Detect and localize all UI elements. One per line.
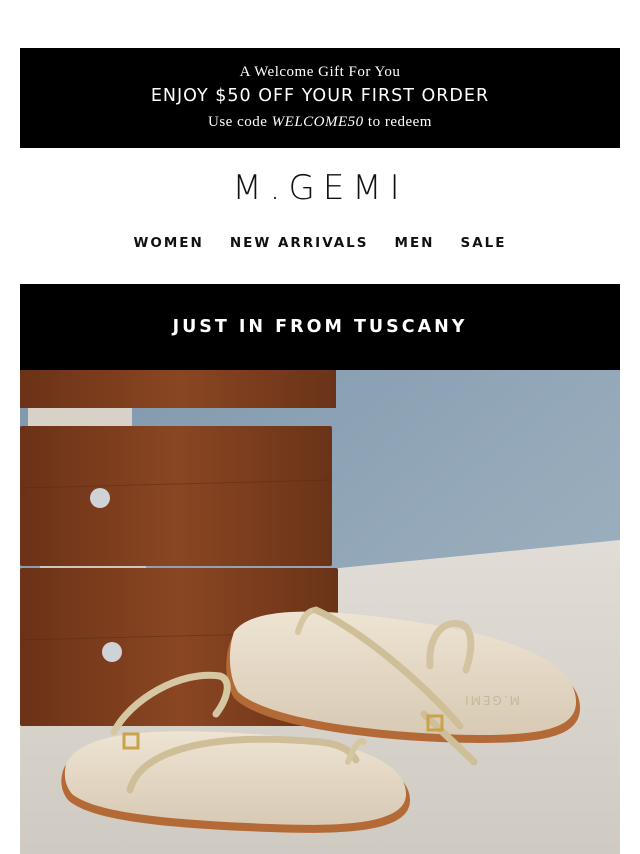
sandals-photo: M.GEMI	[20, 370, 620, 854]
brand-logo[interactable]: M.GEMI	[0, 168, 640, 208]
hero-image[interactable]: M.GEMI	[20, 370, 620, 854]
nav-item-men[interactable]: MEN	[395, 235, 435, 251]
nav-item-new-arrivals[interactable]: NEW ARRIVALS	[230, 235, 369, 251]
bench-bolt	[102, 642, 122, 662]
bench-bolt	[90, 488, 110, 508]
promo-code-line: Use code WELCOME50 to redeem	[20, 114, 620, 131]
promo-code-prefix: Use code	[208, 114, 272, 130]
promo-code: WELCOME50	[271, 114, 364, 130]
hero-heading-banner[interactable]: JUST IN FROM TUSCANY	[20, 284, 620, 370]
main-nav: WOMEN NEW ARRIVALS MEN SALE	[0, 235, 640, 251]
sole-stamp: M.GEMI	[463, 693, 520, 707]
promo-headline: ENJOY $50 OFF YOUR FIRST ORDER	[150, 86, 490, 106]
nav-item-women[interactable]: WOMEN	[134, 235, 204, 251]
promo-eyebrow: A Welcome Gift For You	[239, 64, 401, 80]
promo-code-suffix: to redeem	[363, 114, 432, 130]
promo-banner[interactable]: A Welcome Gift For You ENJOY $50 OFF YOU…	[20, 48, 620, 148]
nav-item-sale[interactable]: SALE	[460, 235, 506, 251]
